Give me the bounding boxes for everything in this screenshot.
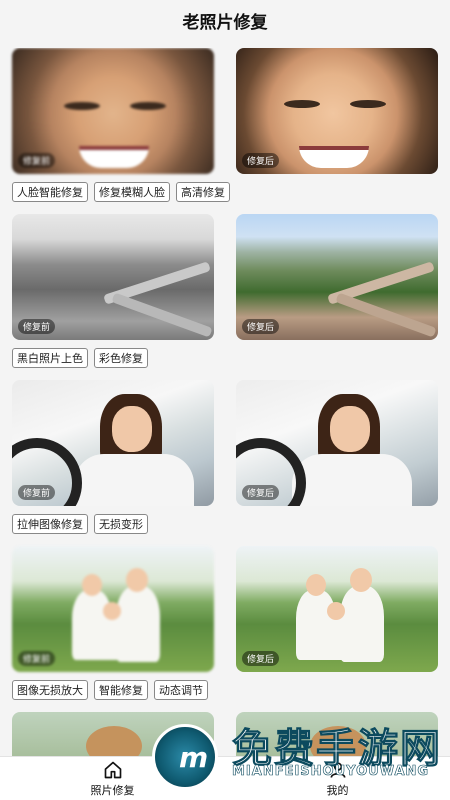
feature-tag[interactable]: 黑白照片上色 [12, 348, 88, 368]
feature-tag[interactable]: 彩色修复 [94, 348, 148, 368]
body-shape [292, 454, 412, 506]
hat-shape [86, 726, 142, 756]
head-shape [350, 568, 372, 592]
tag-list: 人脸智能修复 修复模糊人脸 高清修复 [12, 182, 438, 202]
comparison-pair [12, 712, 438, 756]
feature-card-partial[interactable] [12, 712, 438, 756]
feature-card-upscale[interactable]: 修复前 修复后 图像无损放大 智能修复 动态调节 [12, 546, 438, 700]
feature-tag[interactable]: 无损变形 [94, 514, 148, 534]
tag-list: 黑白照片上色 彩色修复 [12, 348, 438, 368]
before-badge: 修复前 [18, 153, 56, 168]
body-shape [74, 454, 194, 506]
home-icon [104, 761, 121, 778]
feature-card-face[interactable]: 修复前 修复后 人脸智能修复 修复模糊人脸 高清修复 [12, 48, 438, 202]
after-badge: 修复后 [242, 319, 280, 334]
before-photo: 修复前 [12, 546, 214, 672]
eye-shape [284, 100, 320, 108]
tag-list: 图像无损放大 智能修复 动态调节 [12, 680, 438, 700]
feature-tag[interactable]: 人脸智能修复 [12, 182, 88, 202]
eye-shape [64, 102, 100, 110]
before-photo: 修复前 [12, 214, 214, 340]
wall-shape [111, 292, 213, 338]
feature-tag[interactable]: 拉伸图像修复 [12, 514, 88, 534]
feature-tag[interactable]: 修复模糊人脸 [94, 182, 170, 202]
app-root: 老照片修复 修复前 修复后 人脸智能修复 修复模糊人脸 高清修复 修复前 修复后… [0, 0, 450, 800]
feature-tag[interactable]: 动态调节 [154, 680, 208, 700]
face-shape [112, 406, 152, 452]
user-icon [330, 762, 345, 778]
head-shape [306, 574, 326, 596]
after-photo: 修复后 [236, 380, 438, 506]
head-shape [103, 602, 121, 620]
feature-tag[interactable]: 图像无损放大 [12, 680, 88, 700]
page-title: 老照片修复 [182, 12, 268, 33]
tab-mine[interactable]: 我的 [225, 757, 450, 800]
tab-label: 照片修复 [90, 783, 135, 797]
smile-shape [79, 146, 149, 168]
person-shape [322, 616, 352, 660]
feature-card-colorize[interactable]: 修复前 修复后 黑白照片上色 彩色修复 [12, 214, 438, 368]
wall-shape [335, 292, 437, 338]
eye-shape [350, 100, 386, 108]
eye-shape [130, 102, 166, 110]
head-shape [327, 602, 345, 620]
comparison-pair: 修复前 修复后 [12, 214, 438, 340]
tab-photo-repair[interactable]: 照片修复 [0, 757, 225, 800]
comparison-pair: 修复前 修复后 [12, 546, 438, 672]
after-photo [236, 712, 438, 756]
tag-list: 拉伸图像修复 无损变形 [12, 514, 438, 534]
hat-shape [310, 726, 366, 756]
face-shape [330, 406, 370, 452]
after-badge: 修复后 [242, 485, 280, 500]
comparison-pair: 修复前 修复后 [12, 48, 438, 174]
after-photo: 修复后 [236, 48, 438, 174]
after-badge: 修复后 [242, 651, 280, 666]
head-shape [82, 574, 102, 596]
head-shape [126, 568, 148, 592]
comparison-pair: 修复前 修复后 [12, 380, 438, 506]
before-badge: 修复前 [18, 319, 56, 334]
after-badge: 修复后 [242, 153, 280, 168]
tab-label: 我的 [326, 783, 349, 797]
bottom-tab-bar: 照片修复 我的 [0, 756, 450, 800]
feature-tag[interactable]: 智能修复 [94, 680, 148, 700]
before-badge: 修复前 [18, 485, 56, 500]
before-photo [12, 712, 214, 756]
after-photo: 修复后 [236, 214, 438, 340]
feature-tag[interactable]: 高清修复 [176, 182, 230, 202]
feature-card-stretch[interactable]: 修复前 修复后 拉伸图像修复 无损变形 [12, 380, 438, 534]
feature-list[interactable]: 修复前 修复后 人脸智能修复 修复模糊人脸 高清修复 修复前 修复后 黑白照片上… [0, 48, 450, 756]
before-badge: 修复前 [18, 651, 56, 666]
page-header: 老照片修复 [0, 0, 450, 40]
person-shape [98, 616, 128, 660]
after-photo: 修复后 [236, 546, 438, 672]
before-photo: 修复前 [12, 48, 214, 174]
before-photo: 修复前 [12, 380, 214, 506]
smile-shape [299, 146, 369, 168]
